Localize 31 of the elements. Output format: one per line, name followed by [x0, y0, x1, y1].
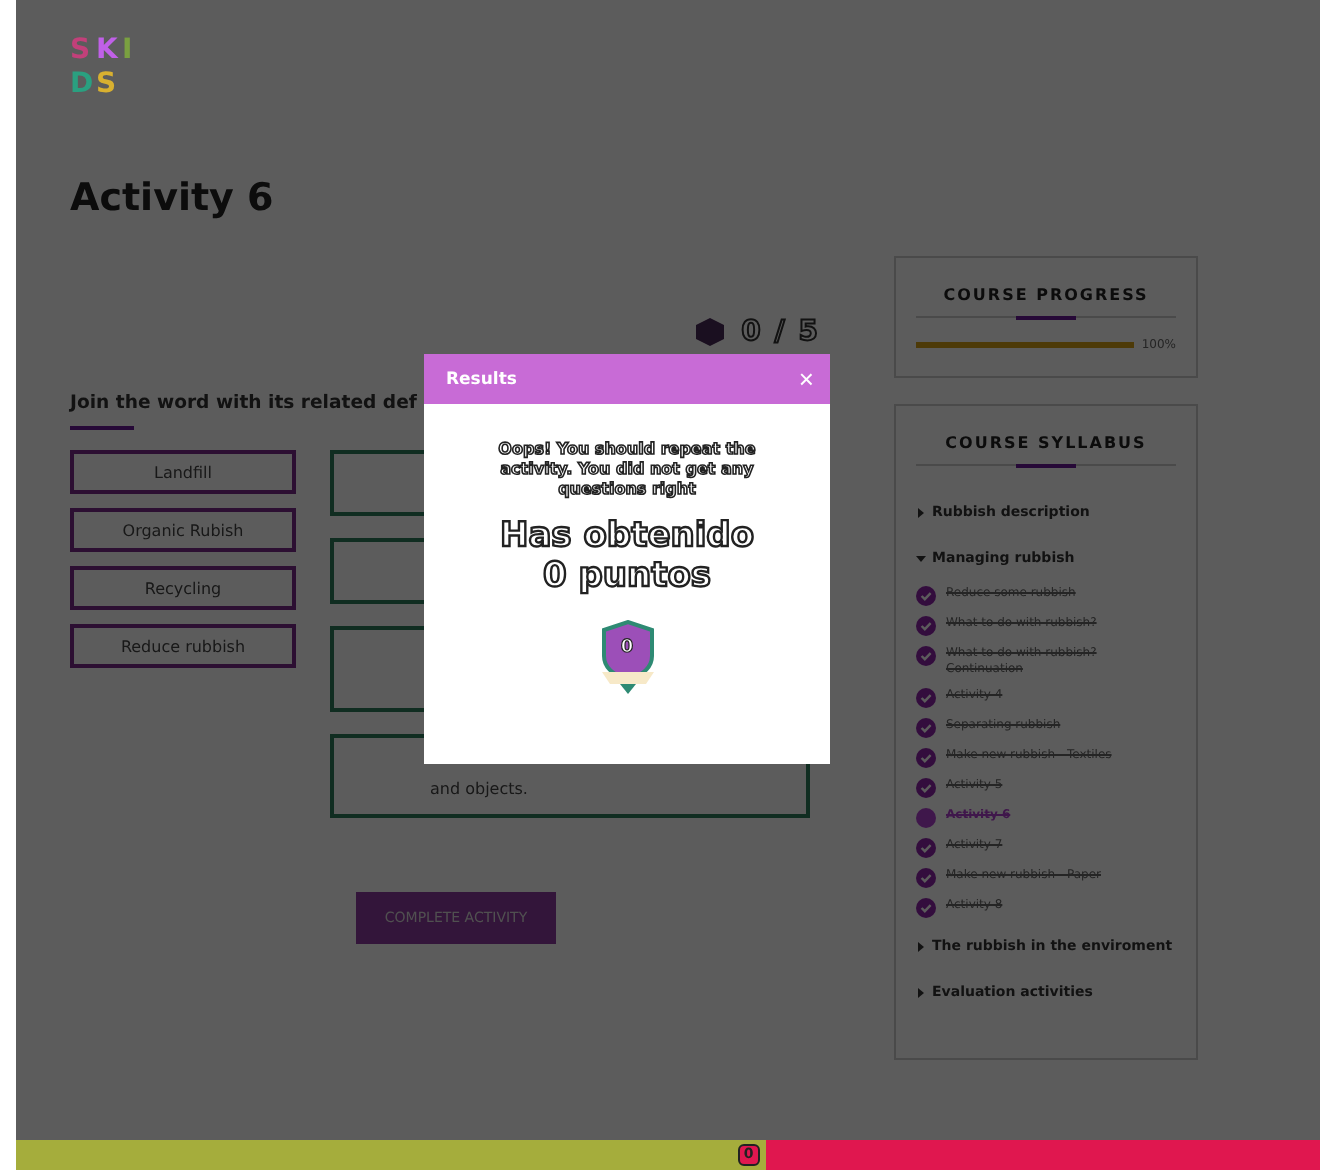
- filled-circle-icon: [916, 808, 936, 828]
- check-circle-icon: [916, 868, 936, 888]
- close-button[interactable]: ×: [798, 364, 814, 394]
- check-circle-icon: [916, 616, 936, 636]
- card-title: COURSE SYLLABUS: [945, 434, 1147, 452]
- word-card[interactable]: Reduce rubbish: [70, 624, 296, 668]
- check-circle-icon: [916, 898, 936, 918]
- check-circle-icon: [916, 688, 936, 708]
- word-card[interactable]: Organic Rubish: [70, 508, 296, 552]
- result-message: Oops! You should repeat the activity. You did not get any questions right: [496, 440, 758, 500]
- check-circle-icon: [916, 838, 936, 858]
- score-text: Has obtenido 0 puntos: [499, 516, 755, 596]
- badge-number: 0: [618, 638, 636, 658]
- caret-icon: [916, 507, 926, 517]
- caret-icon: [916, 987, 926, 997]
- instruction-text: Join the word with its related def: [70, 392, 419, 414]
- caret-icon: [916, 553, 926, 563]
- check-circle-icon: [916, 778, 936, 798]
- shield-badge-icon: [597, 620, 657, 696]
- page-title: Activity 6: [70, 176, 276, 220]
- check-circle-icon: [916, 718, 936, 738]
- card-title: COURSE PROGRESS: [943, 286, 1149, 304]
- check-circle-icon: [916, 586, 936, 606]
- score-counter: 0 / 5: [741, 316, 820, 348]
- word-card[interactable]: Landfill: [70, 450, 296, 494]
- dialog-title: Results: [446, 369, 517, 389]
- check-circle-icon: [916, 646, 936, 666]
- word-card[interactable]: Recycling: [70, 566, 296, 610]
- check-circle-icon: [916, 748, 936, 768]
- logo: S K I D S: [70, 32, 135, 104]
- caret-icon: [916, 941, 926, 951]
